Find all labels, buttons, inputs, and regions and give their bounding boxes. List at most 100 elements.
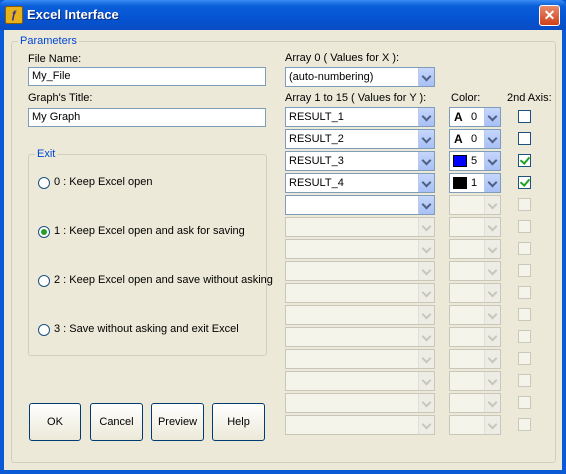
second-axis-checkbox <box>518 198 531 211</box>
series-combo <box>285 283 435 303</box>
second-axis-checkbox[interactable] <box>518 110 531 123</box>
exit-legend: Exit <box>35 148 58 160</box>
second-axis-checkbox[interactable] <box>518 176 531 189</box>
graph-title-input[interactable]: My Graph <box>28 108 266 127</box>
color-combo[interactable]: 1 <box>449 173 501 193</box>
chevron-down-icon <box>484 240 500 258</box>
series-value: RESULT_4 <box>289 177 344 189</box>
dialog-client-area: Parameters File Name: My_File Graph's Ti… <box>4 30 562 470</box>
array-y-label: Array 1 to 15 ( Values for Y ): <box>285 92 427 104</box>
color-combo <box>449 415 501 435</box>
chevron-down-icon <box>484 416 500 434</box>
excel-interface-icon: ƒ <box>5 6 23 24</box>
chevron-down-icon[interactable] <box>418 108 434 126</box>
chevron-down-icon <box>418 284 434 302</box>
file-name-label: File Name: <box>28 53 82 65</box>
color-combo[interactable]: A0 <box>449 107 501 127</box>
series-combo[interactable]: RESULT_3 <box>285 151 435 171</box>
color-combo <box>449 349 501 369</box>
ok-button[interactable]: OK <box>29 403 81 441</box>
chevron-down-icon[interactable] <box>484 152 500 170</box>
series-combo <box>285 217 435 237</box>
color-label: Color: <box>451 92 481 104</box>
chevron-down-icon <box>418 306 434 324</box>
preview-button[interactable]: Preview <box>151 403 204 441</box>
second-axis-checkbox[interactable] <box>518 132 531 145</box>
chevron-down-icon <box>418 372 434 390</box>
color-index: 0 <box>471 133 478 145</box>
exit-option-label[interactable]: 1 : Keep Excel open and ask for saving <box>54 225 245 237</box>
chevron-down-icon <box>484 328 500 346</box>
color-combo <box>449 239 501 259</box>
exit-option-radio[interactable] <box>38 177 50 189</box>
chevron-down-icon[interactable] <box>418 174 434 192</box>
chevron-down-icon <box>484 218 500 236</box>
chevron-down-icon <box>418 416 434 434</box>
chevron-down-icon <box>484 284 500 302</box>
exit-option-radio[interactable] <box>38 324 50 336</box>
file-name-input[interactable]: My_File <box>28 67 266 86</box>
second-axis-checkbox <box>518 330 531 343</box>
parameters-legend: Parameters <box>18 35 79 47</box>
color-text-icon: A <box>454 132 463 146</box>
second-axis-checkbox <box>518 352 531 365</box>
series-combo[interactable]: RESULT_2 <box>285 129 435 149</box>
chevron-down-icon[interactable] <box>484 174 500 192</box>
exit-option-label[interactable]: 0 : Keep Excel open <box>54 176 152 188</box>
color-combo <box>449 283 501 303</box>
exit-option-radio[interactable] <box>38 275 50 287</box>
chevron-down-icon[interactable] <box>418 130 434 148</box>
chevron-down-icon[interactable] <box>484 130 500 148</box>
second-axis-checkbox <box>518 308 531 321</box>
color-text-icon: A <box>454 110 463 124</box>
chevron-down-icon <box>418 218 434 236</box>
color-combo[interactable]: A0 <box>449 129 501 149</box>
color-combo <box>449 393 501 413</box>
chevron-down-icon <box>484 306 500 324</box>
color-swatch <box>453 155 467 167</box>
chevron-down-icon[interactable] <box>484 108 500 126</box>
second-axis-checkbox <box>518 418 531 431</box>
cancel-button[interactable]: Cancel <box>90 403 143 441</box>
second-axis-checkbox <box>518 242 531 255</box>
graph-title-label: Graph's Title: <box>28 92 93 104</box>
second-axis-checkbox <box>518 264 531 277</box>
color-combo <box>449 195 501 215</box>
color-combo <box>449 327 501 347</box>
second-axis-checkbox <box>518 396 531 409</box>
series-value: RESULT_1 <box>289 111 344 123</box>
chevron-down-icon <box>418 350 434 368</box>
excel-interface-window: ƒ Excel Interface ✕ Parameters File Name… <box>0 0 566 474</box>
help-button[interactable]: Help <box>212 403 265 441</box>
array-x-combo[interactable]: (auto-numbering) <box>285 67 435 87</box>
chevron-down-icon[interactable] <box>418 152 434 170</box>
chevron-down-icon <box>418 262 434 280</box>
array-x-value: (auto-numbering) <box>289 71 374 83</box>
close-button[interactable]: ✕ <box>539 5 560 26</box>
color-combo[interactable]: 5 <box>449 151 501 171</box>
chevron-down-icon <box>484 262 500 280</box>
color-index: 1 <box>471 177 478 189</box>
second-axis-checkbox <box>518 220 531 233</box>
series-combo[interactable] <box>285 195 435 215</box>
chevron-down-icon <box>418 394 434 412</box>
exit-option-radio[interactable] <box>38 226 50 238</box>
series-combo[interactable]: RESULT_1 <box>285 107 435 127</box>
exit-option-label[interactable]: 3 : Save without asking and exit Excel <box>54 323 239 335</box>
series-combo[interactable]: RESULT_4 <box>285 173 435 193</box>
second-axis-checkbox <box>518 286 531 299</box>
second-axis-checkbox[interactable] <box>518 154 531 167</box>
chevron-down-icon[interactable] <box>418 68 434 86</box>
series-combo <box>285 239 435 259</box>
second-axis-checkbox <box>518 374 531 387</box>
title-bar[interactable]: ƒ Excel Interface ✕ <box>0 0 566 30</box>
color-combo <box>449 371 501 391</box>
series-value: RESULT_3 <box>289 155 344 167</box>
series-combo <box>285 371 435 391</box>
color-index: 0 <box>471 111 478 123</box>
chevron-down-icon[interactable] <box>418 196 434 214</box>
exit-option-label[interactable]: 2 : Keep Excel open and save without ask… <box>54 274 273 286</box>
second-axis-label: 2nd Axis: <box>507 92 552 104</box>
chevron-down-icon <box>484 196 500 214</box>
series-value: RESULT_2 <box>289 133 344 145</box>
